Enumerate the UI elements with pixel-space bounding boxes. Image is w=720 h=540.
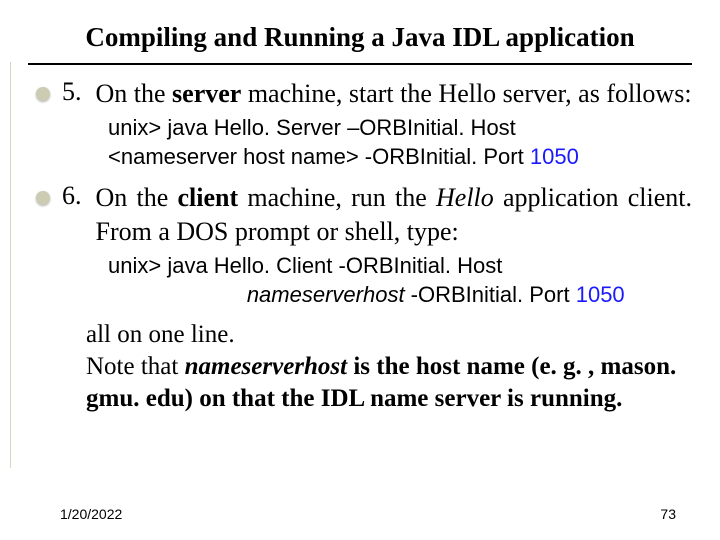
list-item: 5. On the server machine, start the Hell…	[28, 77, 692, 110]
item-body: On the server machine, start the Hello s…	[96, 77, 693, 110]
command-italic: nameserverhost	[247, 282, 405, 307]
prompt: unix>	[108, 253, 167, 278]
command-text: java Hello. Server –ORBInitial. Host	[167, 115, 515, 140]
command-text: <nameserver host name> -ORBInitial. Port	[108, 144, 530, 169]
text: On the	[96, 79, 173, 108]
text: machine, run the	[238, 183, 436, 212]
footer-date: 1/20/2022	[60, 506, 122, 522]
item-body: On the client machine, run the Hello app…	[96, 181, 693, 248]
text-bold: server	[172, 79, 241, 108]
command-block: unix> java Hello. Client -ORBInitial. Ho…	[108, 252, 692, 309]
slide-content: Compiling and Running a Java IDL applica…	[0, 0, 720, 415]
list-item: 6. On the client machine, run the Hello …	[28, 181, 692, 248]
note-italic: nameserverhost	[185, 353, 348, 380]
text-bold: client	[177, 183, 238, 212]
note-text: Note that	[86, 353, 185, 380]
footer-page-number: 73	[660, 506, 676, 522]
bullet-icon	[36, 191, 50, 205]
bullet-icon	[36, 87, 50, 101]
left-margin-rule	[10, 62, 11, 468]
item-number: 5.	[62, 77, 82, 107]
prompt: unix>	[108, 115, 167, 140]
text-italic: Hello	[436, 183, 494, 212]
command-block: unix> java Hello. Server –ORBInitial. Ho…	[108, 114, 692, 171]
note-block: all on one line. Note that nameserverhos…	[86, 319, 692, 415]
slide-title: Compiling and Running a Java IDL applica…	[28, 22, 692, 53]
port-number: 1050	[576, 282, 625, 307]
item-number: 6.	[62, 181, 82, 211]
port-number: 1050	[530, 144, 579, 169]
command-text: -ORBInitial. Port	[405, 282, 576, 307]
text: On the	[96, 183, 178, 212]
command-text: java Hello. Client -ORBInitial. Host	[167, 253, 502, 278]
text: machine, start the Hello server, as foll…	[241, 79, 691, 108]
title-underline	[28, 63, 692, 65]
note-line: all on one line.	[86, 321, 235, 348]
